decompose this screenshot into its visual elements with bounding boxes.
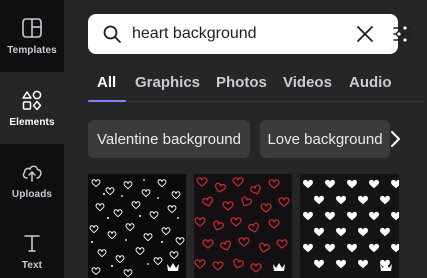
suggestion-chip-love[interactable]: Love background	[260, 120, 390, 158]
premium-crown-icon	[167, 263, 179, 271]
premium-crown-icon	[380, 263, 392, 271]
search-input[interactable]	[132, 22, 312, 46]
sidebar-item-label: Text	[21, 260, 43, 271]
clear-search-icon[interactable]	[356, 25, 374, 43]
sidebar-item-elements[interactable]: Elements	[0, 72, 64, 144]
search-icon	[103, 25, 121, 43]
suggestion-chip-valentine[interactable]: Valentine background	[88, 120, 250, 158]
sidebar-item-label: Elements	[9, 116, 55, 128]
premium-crown-icon	[273, 263, 285, 271]
sidebar-item-uploads[interactable]: Uploads	[0, 144, 64, 216]
tab-audio[interactable]: Audio	[349, 74, 392, 104]
side-rail: Templates Elements Uploads Text	[0, 0, 64, 278]
sidebar-item-templates[interactable]: Templates	[0, 0, 64, 72]
sidebar-item-label: Templates	[7, 44, 57, 56]
sidebar-item-label: Uploads	[11, 188, 53, 200]
result-thumbnail-red-outline-hearts[interactable]	[194, 174, 292, 278]
uploads-icon	[22, 165, 42, 182]
tab-photos[interactable]: Photos	[216, 74, 267, 104]
filter-settings-icon[interactable]	[392, 23, 414, 45]
search-bar	[88, 14, 413, 54]
tab-graphics[interactable]: Graphics	[135, 74, 200, 104]
chevron-right-icon[interactable]	[388, 129, 402, 149]
text-icon	[24, 235, 40, 252]
tab-videos[interactable]: Videos	[283, 74, 332, 104]
sidebar-item-text[interactable]: Text	[0, 216, 64, 278]
elements-panel: All Graphics Photos Videos Audio Valenti…	[64, 0, 427, 278]
tab-divider	[88, 101, 424, 102]
result-thumbnail-white-hearts[interactable]	[300, 174, 399, 278]
templates-icon	[22, 17, 42, 38]
elements-icon	[22, 90, 42, 110]
active-tab-indicator	[88, 100, 126, 102]
result-thumbnail-white-doodle-hearts[interactable]	[88, 174, 186, 278]
